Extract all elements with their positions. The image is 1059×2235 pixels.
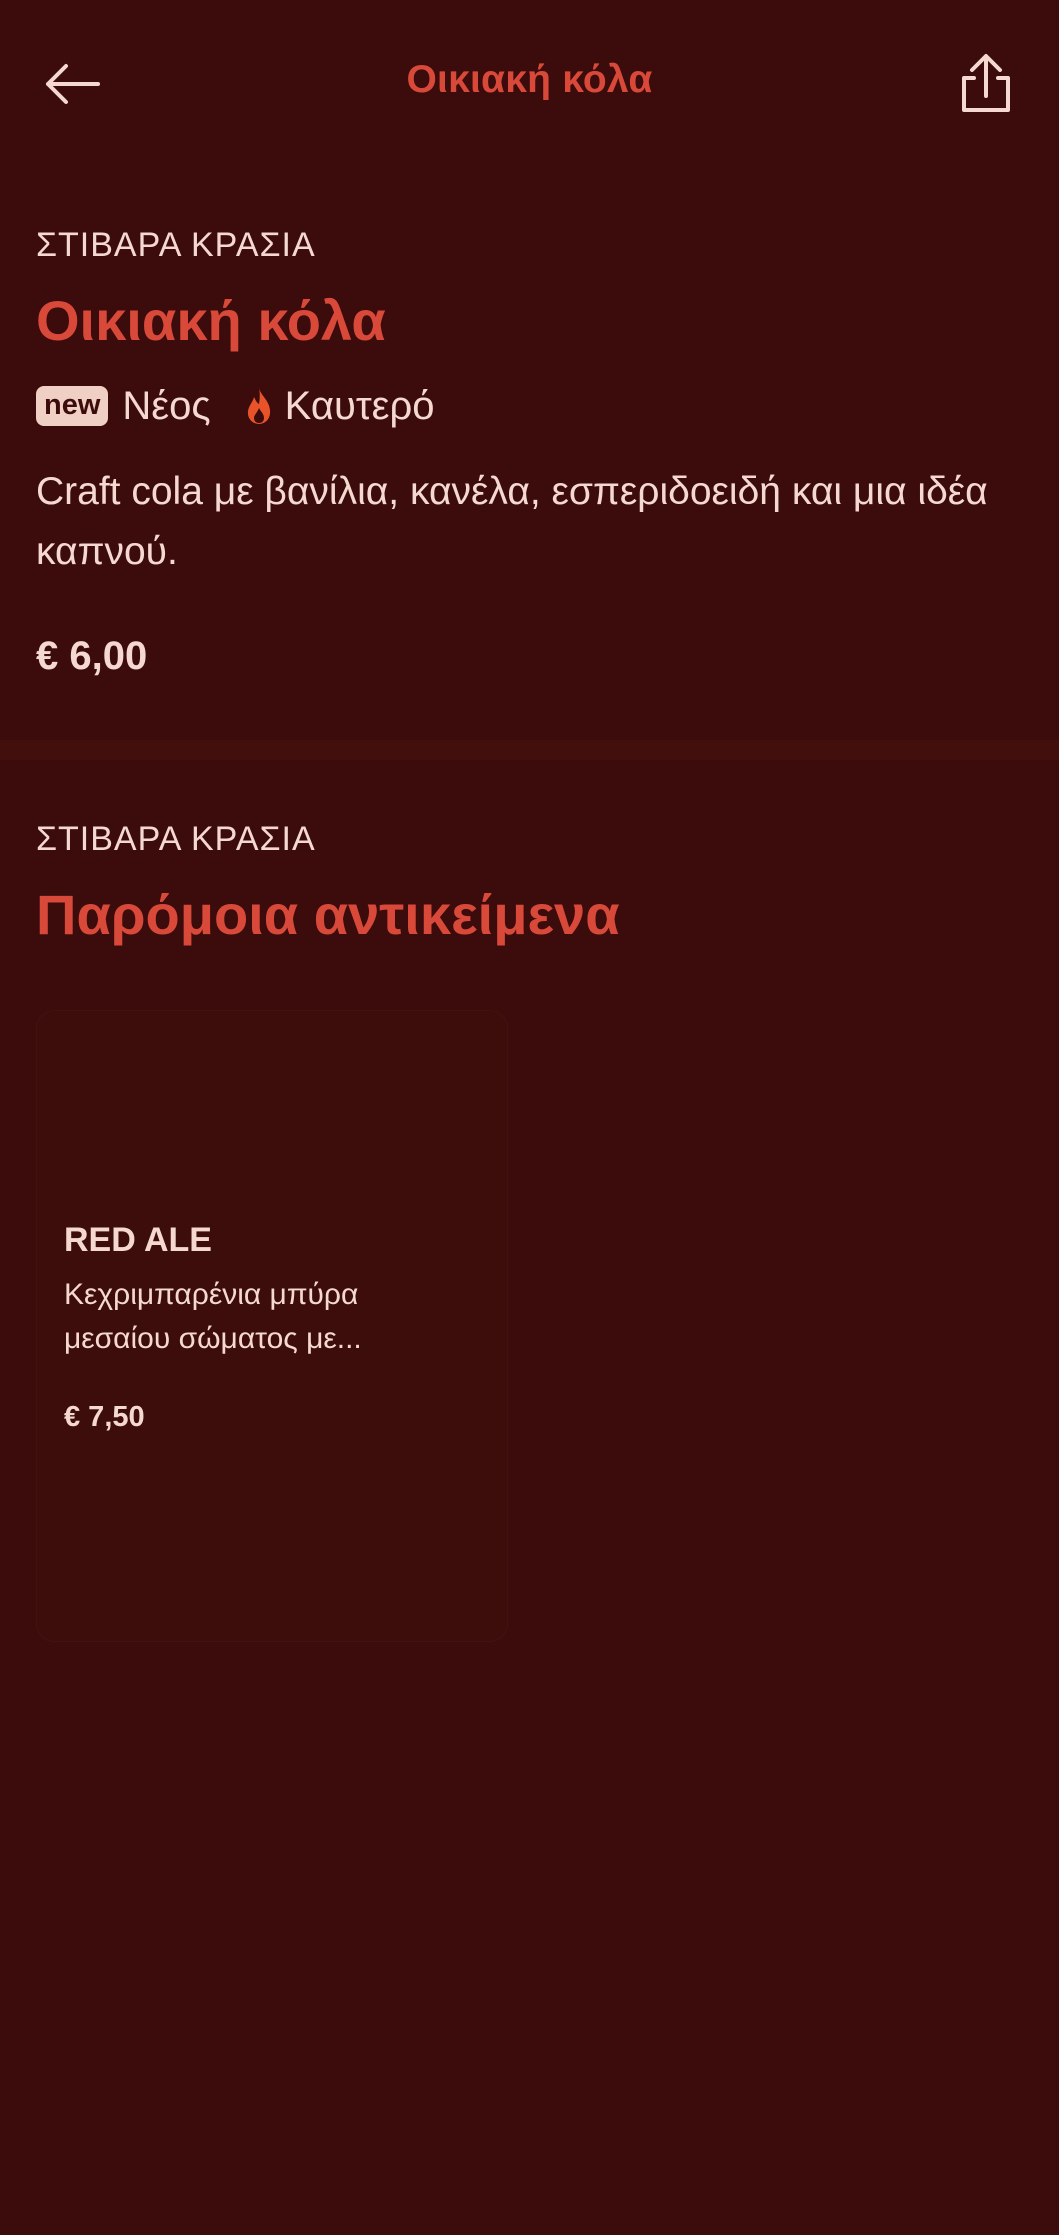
new-badge: new bbox=[36, 386, 109, 426]
item-category: ΣΤΙΒΑΡΑ ΚΡΑΣΙΑ bbox=[36, 226, 316, 264]
card-description: Κεχριμπαρένια μπύρα μεσαίου σώματος με..… bbox=[64, 1278, 362, 1355]
item-tags: new Νέος Καυτερό bbox=[36, 380, 1026, 432]
similar-category: ΣΤΙΒΑΡΑ ΚΡΑΣΙΑ bbox=[36, 820, 316, 858]
item-detail: ΣΤΙΒΑΡΑ ΚΡΑΣΙΑ Οικιακή κόλα new Νέος Καυ… bbox=[36, 220, 1026, 679]
share-button[interactable] bbox=[950, 48, 1022, 120]
section-divider bbox=[0, 740, 1059, 760]
fire-icon bbox=[247, 388, 270, 424]
similar-item-card[interactable]: RED ALE Κεχριμπαρένια μπύρα μεσαίου σώμα… bbox=[36, 1010, 508, 1642]
similar-section: ΣΤΙΒΑΡΑ ΚΡΑΣΙΑ Παρόμοια αντικείμενα bbox=[36, 814, 1026, 948]
top-bar: Οικιακή κόλα bbox=[0, 0, 1059, 164]
item-price: € 6,00 bbox=[36, 634, 148, 678]
share-icon bbox=[962, 54, 1010, 112]
header-title: Οικιακή κόλα bbox=[406, 58, 653, 101]
item-title: Οικιακή κόλα bbox=[36, 289, 386, 352]
item-description: Craft cola με βανίλια, κανέλα, εσπεριδοε… bbox=[36, 470, 988, 573]
card-name: RED ALE bbox=[64, 1221, 212, 1259]
tag-hot-label: Καυτερό bbox=[284, 383, 435, 428]
card-price: € 7,50 bbox=[64, 1401, 145, 1433]
tag-new-label: Νέος bbox=[122, 383, 211, 428]
similar-title: Παρόμοια αντικείμενα bbox=[36, 883, 620, 946]
